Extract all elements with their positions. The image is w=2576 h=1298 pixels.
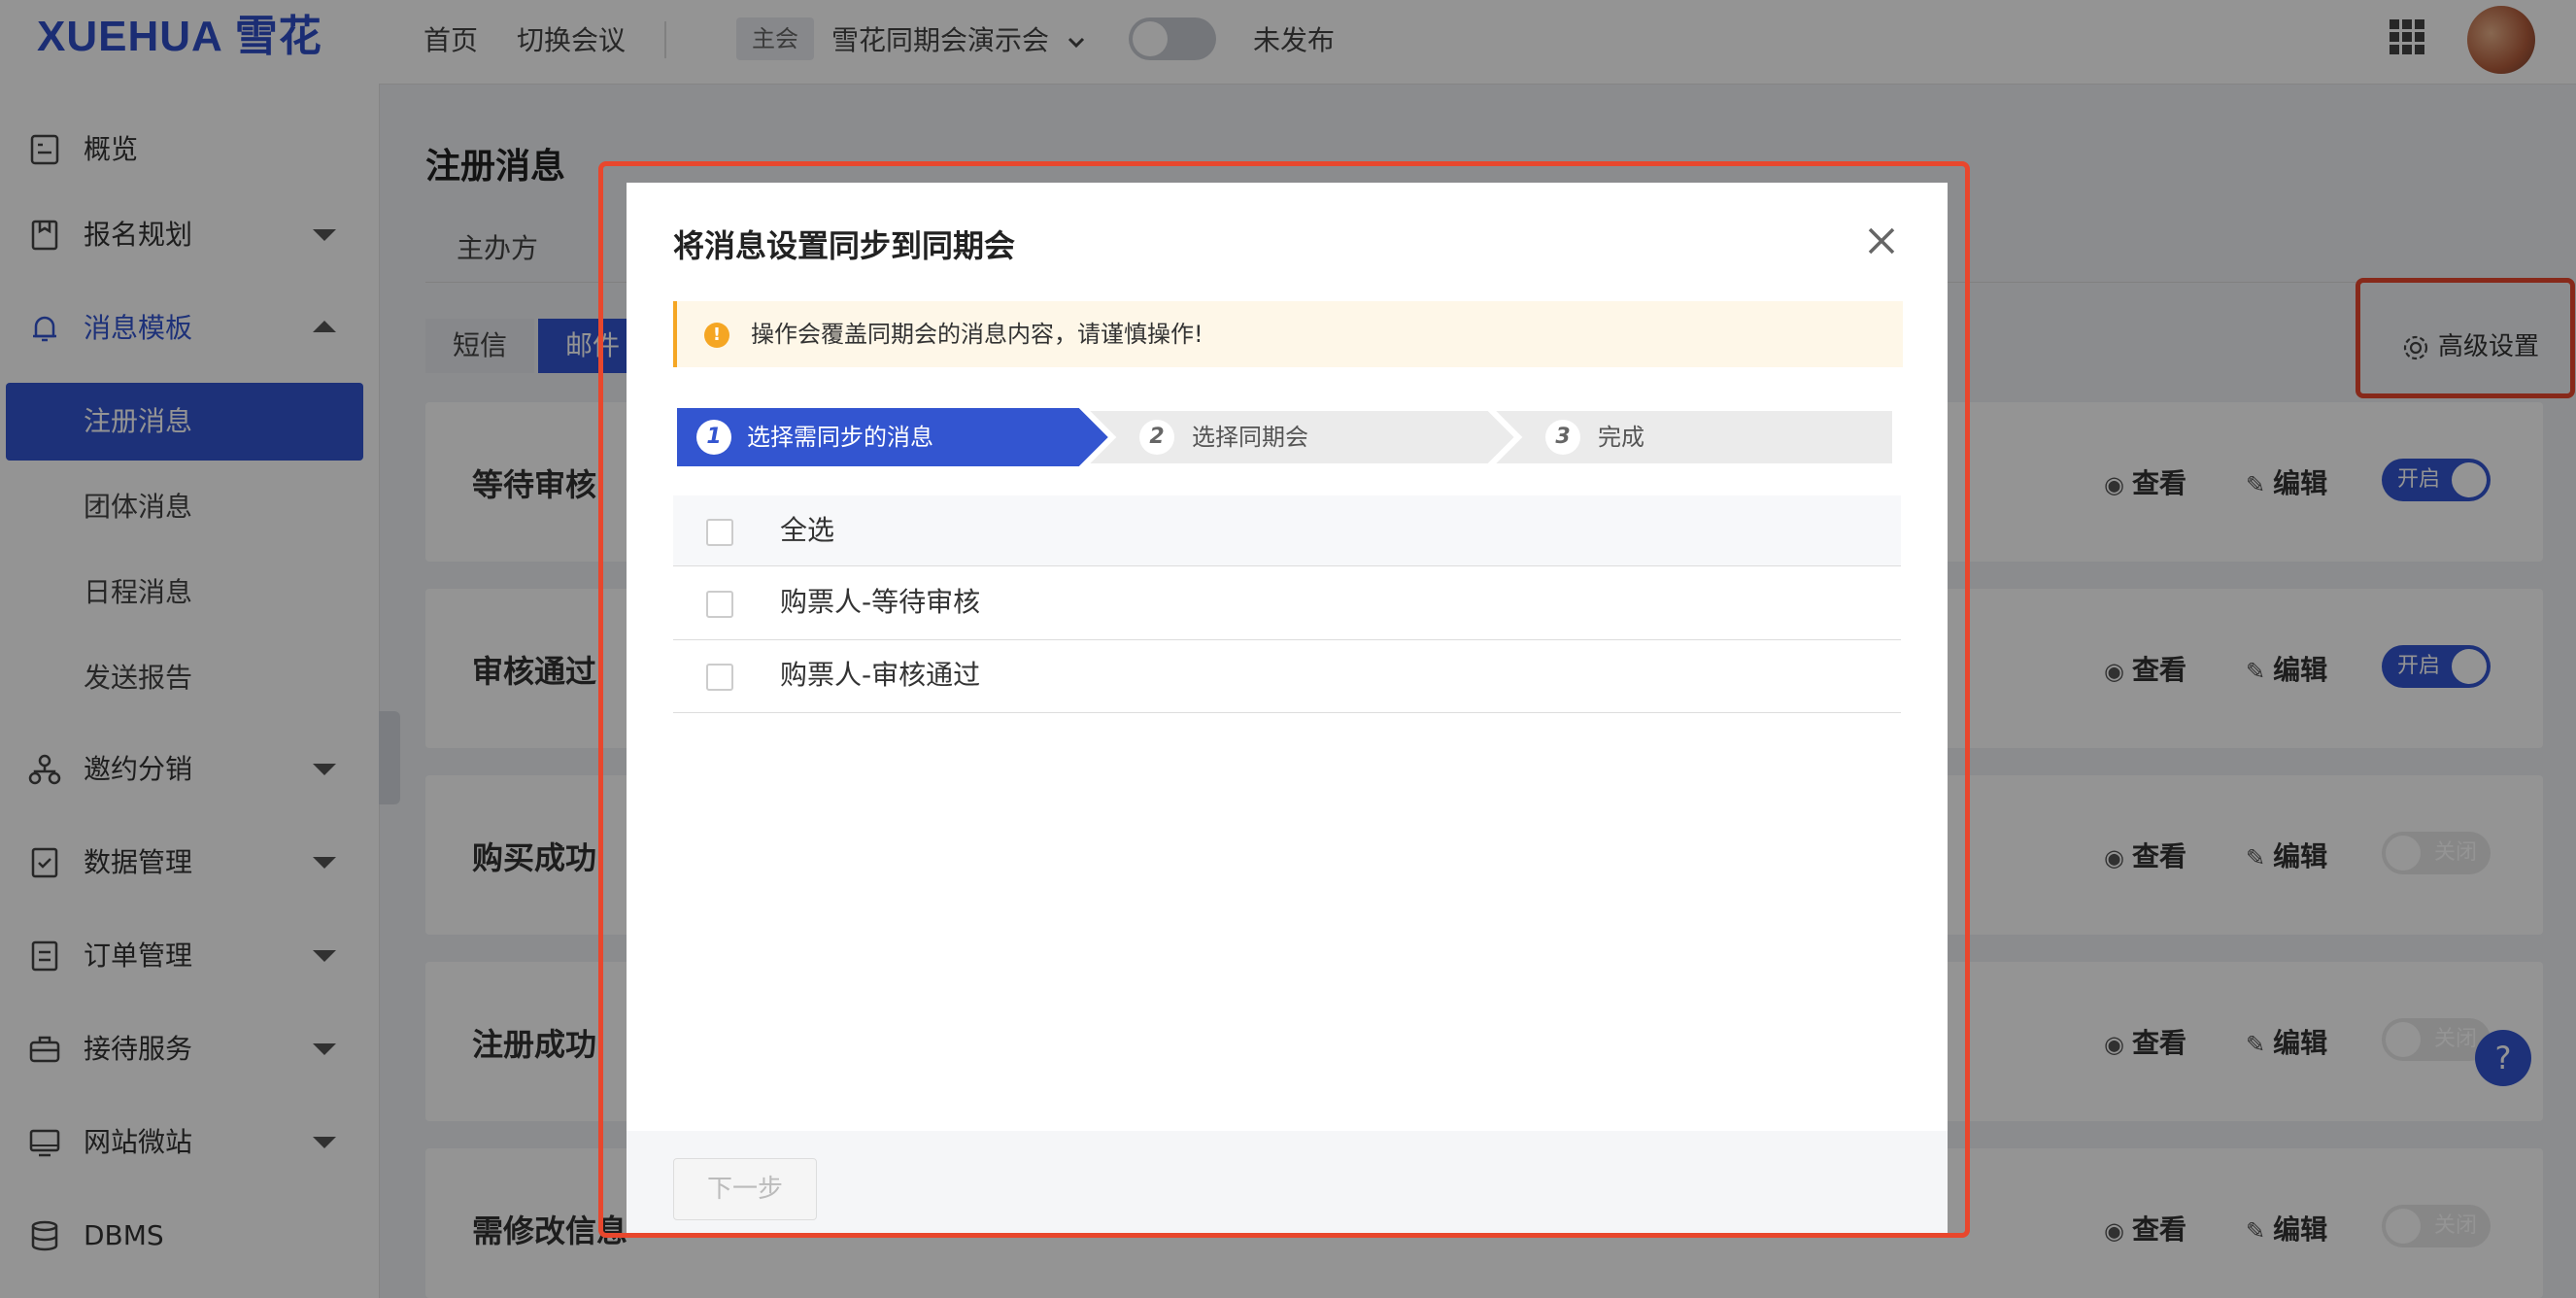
highlight-box-dialog — [598, 161, 1970, 1238]
